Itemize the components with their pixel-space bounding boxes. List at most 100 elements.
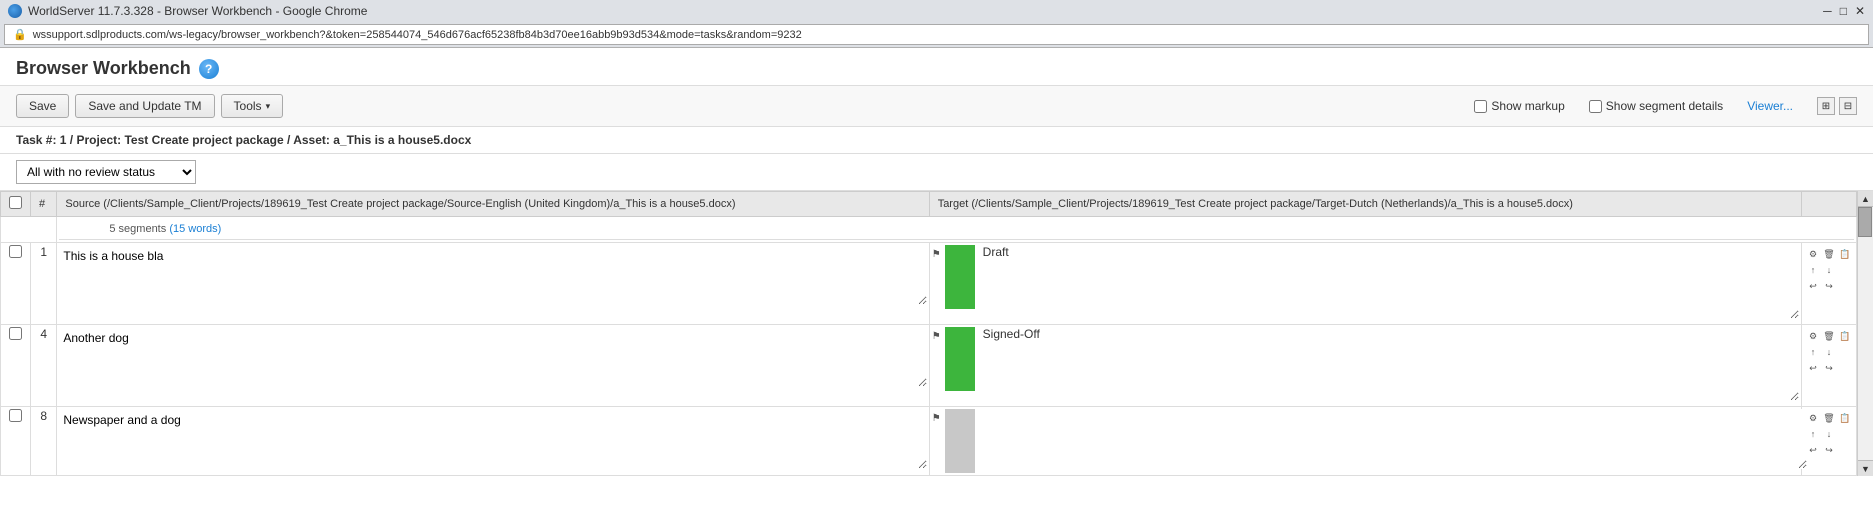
select-all-checkbox[interactable] — [9, 196, 22, 209]
row3-settings-icon[interactable]: ⚙ — [1806, 411, 1820, 425]
row2-checkbox-cell — [1, 325, 31, 407]
url-text: wssupport.sdlproducts.com/ws-legacy/brow… — [33, 29, 802, 41]
row2-target-textarea[interactable] — [979, 341, 1799, 401]
row3-down-icon[interactable]: ↓ — [1822, 427, 1836, 441]
toolbar-icon-1[interactable]: ⊞ — [1817, 97, 1835, 115]
row2-left-icon[interactable]: ↩ — [1806, 361, 1820, 375]
row3-target-cell: ⚑ — [929, 407, 1801, 476]
save-update-tm-button[interactable]: Save and Update TM — [75, 94, 214, 118]
row1-action-icons: ⚙ 🗑 📋 ↑ ↓ ↩ ↪ — [1804, 245, 1854, 295]
table-row: 8 Newspaper and a dog ⚑ — [1, 407, 1857, 476]
row1-delete-icon[interactable]: 🗑 — [1822, 247, 1836, 261]
close-button[interactable]: ✕ — [1855, 4, 1865, 18]
status-filter-select[interactable]: All with no review status All Draft Sign… — [16, 160, 196, 184]
target-header-text: Target (/Clients/Sample_Client/Projects/… — [938, 198, 1573, 210]
row1-status-color-box — [945, 245, 975, 309]
maximize-button[interactable]: □ — [1840, 4, 1847, 18]
browser-chrome: WorldServer 11.7.3.328 - Browser Workben… — [0, 0, 1873, 48]
row2-up-icon[interactable]: ↑ — [1806, 345, 1820, 359]
row2-delete-icon[interactable]: 🗑 — [1822, 329, 1836, 343]
segments-count-text: 5 segments — [109, 223, 166, 235]
count-cell-empty — [1, 217, 57, 243]
minimize-button[interactable]: ─ — [1823, 4, 1832, 18]
row2-action-icons: ⚙ 🗑 📋 ↑ ↓ ↩ ↪ — [1804, 327, 1854, 377]
source-header-text: Source (/Clients/Sample_Client/Projects/… — [65, 198, 735, 210]
tools-label: Tools — [234, 99, 262, 113]
row2-target-cell: ⚑ Signed-Off — [929, 325, 1801, 407]
segments-count: 5 segments (15 words) — [59, 219, 1854, 240]
row3-left-icon[interactable]: ↩ — [1806, 443, 1820, 457]
toolbar-right: Show markup Show segment details Viewer.… — [1474, 97, 1857, 115]
vertical-scrollbar[interactable]: ▲ ▼ — [1857, 191, 1873, 476]
row1-left-icon[interactable]: ↩ — [1806, 279, 1820, 293]
viewer-link[interactable]: Viewer... — [1747, 99, 1793, 113]
row2-down-icon[interactable]: ↓ — [1822, 345, 1836, 359]
row3-num: 8 — [31, 407, 57, 476]
row2-action-row2: ↑ ↓ — [1806, 345, 1852, 359]
row3-copy-icon[interactable]: 📋 — [1838, 411, 1852, 425]
row3-right-icon[interactable]: ↪ — [1822, 443, 1836, 457]
browser-favicon — [8, 4, 22, 18]
row3-status-color-box — [945, 409, 975, 473]
row2-source-textarea[interactable]: Another dog — [59, 327, 926, 387]
segments-table: # Source (/Clients/Sample_Client/Project… — [0, 191, 1857, 476]
col-header-actions — [1802, 192, 1857, 217]
help-icon[interactable]: ? — [199, 59, 219, 79]
row2-num: 4 — [31, 325, 57, 407]
row1-up-icon[interactable]: ↑ — [1806, 263, 1820, 277]
filter-bar: All with no review status All Draft Sign… — [0, 154, 1873, 191]
row2-source-cell: Another dog — [57, 325, 929, 407]
scrollbar-thumb[interactable] — [1858, 207, 1872, 237]
show-segment-details-checkbox[interactable] — [1589, 100, 1602, 113]
scrollbar-track[interactable] — [1858, 207, 1873, 460]
segments-count-row: 5 segments (15 words) — [1, 217, 1857, 243]
tools-button[interactable]: Tools ▾ — [221, 94, 284, 118]
row3-source-textarea[interactable]: Newspaper and a dog — [59, 409, 926, 469]
row3-action-row2: ↑ ↓ — [1806, 427, 1852, 441]
row1-status-text-area: Draft — [979, 245, 1799, 322]
chevron-down-icon: ▾ — [266, 101, 271, 112]
toolbar: Save Save and Update TM Tools ▾ Show mar… — [0, 86, 1873, 127]
toolbar-icon-2[interactable]: ⊟ — [1839, 97, 1857, 115]
row1-down-icon[interactable]: ↓ — [1822, 263, 1836, 277]
row2-settings-icon[interactable]: ⚙ — [1806, 329, 1820, 343]
row3-up-icon[interactable]: ↑ — [1806, 427, 1820, 441]
row1-source-textarea[interactable]: This is a house bla — [59, 245, 926, 305]
row3-status-label — [979, 454, 987, 476]
toolbar-icon-group: ⊞ ⊟ — [1817, 97, 1857, 115]
col-header-num: # — [31, 192, 57, 217]
save-button[interactable]: Save — [16, 94, 69, 118]
segments-count-words[interactable]: (15 words) — [169, 223, 221, 235]
row3-status-text-area — [979, 409, 1799, 472]
address-bar: 🔒 wssupport.sdlproducts.com/ws-legacy/br… — [4, 24, 1869, 45]
scrollbar-down-btn[interactable]: ▼ — [1858, 460, 1873, 476]
row3-source-cell: Newspaper and a dog — [57, 407, 929, 476]
show-markup-checkbox[interactable] — [1474, 100, 1487, 113]
row2-status-color-box — [945, 327, 975, 391]
row1-checkbox[interactable] — [9, 245, 22, 258]
lock-icon: 🔒 — [13, 28, 27, 41]
page-title: Browser Workbench — [16, 58, 191, 79]
segments-body: 5 segments (15 words) 1 — [1, 217, 1857, 476]
scrollbar-up-btn[interactable]: ▲ — [1858, 191, 1873, 207]
row2-checkbox[interactable] — [9, 327, 22, 340]
segments-area: # Source (/Clients/Sample_Client/Project… — [0, 191, 1873, 476]
row2-copy-icon[interactable]: 📋 — [1838, 329, 1852, 343]
row3-target-textarea[interactable] — [987, 409, 1807, 469]
show-segment-details-group: Show segment details — [1589, 99, 1723, 113]
row1-right-icon[interactable]: ↪ — [1822, 279, 1836, 293]
row1-copy-icon[interactable]: 📋 — [1838, 247, 1852, 261]
row3-checkbox[interactable] — [9, 409, 22, 422]
row1-status-cell: ⚑ Draft — [932, 245, 1799, 322]
row3-status-cell: ⚑ — [932, 409, 1799, 473]
show-markup-group: Show markup — [1474, 99, 1564, 113]
row1-source-cell: This is a house bla — [57, 243, 929, 325]
row1-target-textarea[interactable] — [979, 259, 1799, 319]
row1-action-row2: ↑ ↓ — [1806, 263, 1852, 277]
table-row: 4 Another dog ⚑ Signed-Off — [1, 325, 1857, 407]
row1-settings-icon[interactable]: ⚙ — [1806, 247, 1820, 261]
row3-delete-icon[interactable]: 🗑 — [1822, 411, 1836, 425]
segments-main: # Source (/Clients/Sample_Client/Project… — [0, 191, 1857, 476]
row2-right-icon[interactable]: ↪ — [1822, 361, 1836, 375]
browser-title: WorldServer 11.7.3.328 - Browser Workben… — [28, 4, 367, 18]
